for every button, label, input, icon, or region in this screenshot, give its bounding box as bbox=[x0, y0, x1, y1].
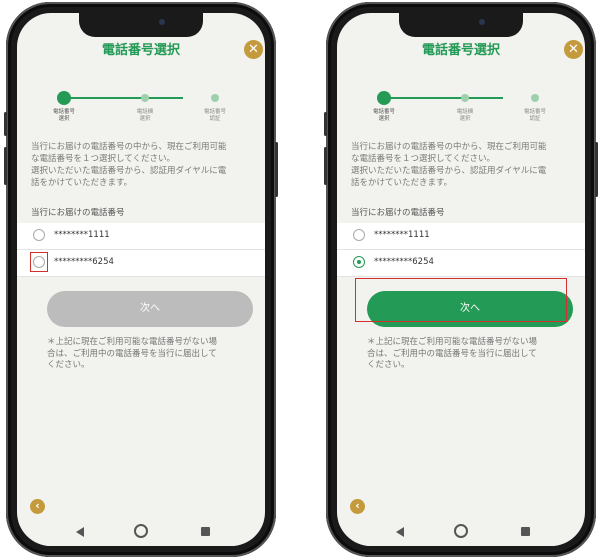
step-label-1: 電話番号 選択 bbox=[372, 109, 395, 122]
notch bbox=[79, 13, 203, 37]
nav-back-icon[interactable] bbox=[396, 527, 404, 537]
phone-frame-left: 電話番号選択 ✕ 電話番号 選択 電話機 選択 電話番号 認証 当行にお届けの電話番号… bbox=[4, 2, 278, 557]
nav-home-icon[interactable] bbox=[134, 524, 148, 538]
phone-number: *********6254 bbox=[54, 257, 114, 267]
phone-option-6254[interactable]: *********6254 bbox=[337, 250, 585, 277]
step-label-3: 電話番号 認証 bbox=[523, 109, 546, 122]
description: 当行にお届けの電話番号の中から、現在ご利用可能 な電話番号を１つ選択してください… bbox=[31, 142, 227, 188]
power-button bbox=[595, 142, 598, 197]
android-navbar bbox=[17, 521, 265, 546]
highlight-box bbox=[30, 252, 48, 272]
nav-home-icon[interactable] bbox=[454, 524, 468, 538]
camera-icon bbox=[479, 19, 485, 25]
phone-number-list: ********1111 *********6254 bbox=[337, 223, 585, 277]
phone-number: ********1111 bbox=[54, 230, 110, 240]
step-dot-3 bbox=[531, 94, 539, 102]
step-label-1: 電話番号 選択 bbox=[52, 109, 75, 122]
step-dot-1 bbox=[377, 91, 391, 105]
phone-option-1111[interactable]: ********1111 bbox=[337, 223, 585, 250]
radio-button[interactable] bbox=[33, 229, 45, 241]
section-title: 当行にお届けの電話番号 bbox=[31, 208, 125, 218]
step-dot-3 bbox=[211, 94, 219, 102]
radio-button-selected[interactable] bbox=[353, 256, 365, 268]
page-title: 電話番号選択 bbox=[421, 43, 500, 58]
section-title: 当行にお届けの電話番号 bbox=[351, 208, 445, 218]
step-label-3: 電話番号 認証 bbox=[203, 109, 226, 122]
nav-back-icon[interactable] bbox=[76, 527, 84, 537]
step-line bbox=[383, 97, 503, 99]
next-button[interactable]: 次へ bbox=[47, 291, 253, 327]
nav-recent-icon[interactable] bbox=[201, 527, 210, 536]
note: ＊上記に現在ご利用可能な電話番号がない場 合は、ご利用中の電話番号を当行に届出し… bbox=[367, 337, 538, 370]
screen: 電話番号選択 ✕ 電話番号 選択 電話機 選択 電話番号 認証 当行にお届けの電話番号… bbox=[337, 13, 585, 546]
power-button bbox=[275, 142, 278, 197]
close-icon[interactable]: ✕ bbox=[244, 40, 263, 59]
step-label-2: 電話機 選択 bbox=[136, 109, 154, 122]
phone-option-6254[interactable]: *********6254 bbox=[17, 250, 265, 277]
close-icon[interactable]: ✕ bbox=[564, 40, 583, 59]
phone-number: *********6254 bbox=[374, 257, 434, 267]
stepper: 電話番号 選択 電話機 選択 電話番号 認証 bbox=[337, 89, 585, 129]
side-button bbox=[324, 147, 327, 185]
camera-icon bbox=[159, 19, 165, 25]
stepper: 電話番号 選択 電話機 選択 電話番号 認証 bbox=[17, 89, 265, 129]
phone-frame-right: 電話番号選択 ✕ 電話番号 選択 電話機 選択 電話番号 認証 当行にお届けの電話番号… bbox=[324, 2, 598, 557]
page-title: 電話番号選択 bbox=[101, 43, 180, 58]
step-dot-1 bbox=[57, 91, 71, 105]
screen: 電話番号選択 ✕ 電話番号 選択 電話機 選択 電話番号 認証 当行にお届けの電話番号… bbox=[17, 13, 265, 546]
phone-number: ********1111 bbox=[374, 230, 430, 240]
side-button bbox=[4, 112, 7, 136]
notch bbox=[399, 13, 523, 37]
back-icon[interactable]: ‹ bbox=[30, 499, 45, 514]
step-line bbox=[63, 97, 183, 99]
android-navbar bbox=[337, 521, 585, 546]
phone-option-1111[interactable]: ********1111 bbox=[17, 223, 265, 250]
back-icon[interactable]: ‹ bbox=[350, 499, 365, 514]
highlight-box bbox=[355, 278, 567, 322]
note: ＊上記に現在ご利用可能な電話番号がない場 合は、ご利用中の電話番号を当行に届出し… bbox=[47, 337, 218, 370]
nav-recent-icon[interactable] bbox=[521, 527, 530, 536]
side-button bbox=[4, 147, 7, 185]
step-label-2: 電話機 選択 bbox=[456, 109, 474, 122]
side-button bbox=[324, 112, 327, 136]
description: 当行にお届けの電話番号の中から、現在ご利用可能 な電話番号を１つ選択してください… bbox=[351, 142, 547, 188]
phone-number-list: ********1111 *********6254 bbox=[17, 223, 265, 277]
step-dot-2 bbox=[141, 94, 149, 102]
step-dot-2 bbox=[461, 94, 469, 102]
radio-button[interactable] bbox=[353, 229, 365, 241]
